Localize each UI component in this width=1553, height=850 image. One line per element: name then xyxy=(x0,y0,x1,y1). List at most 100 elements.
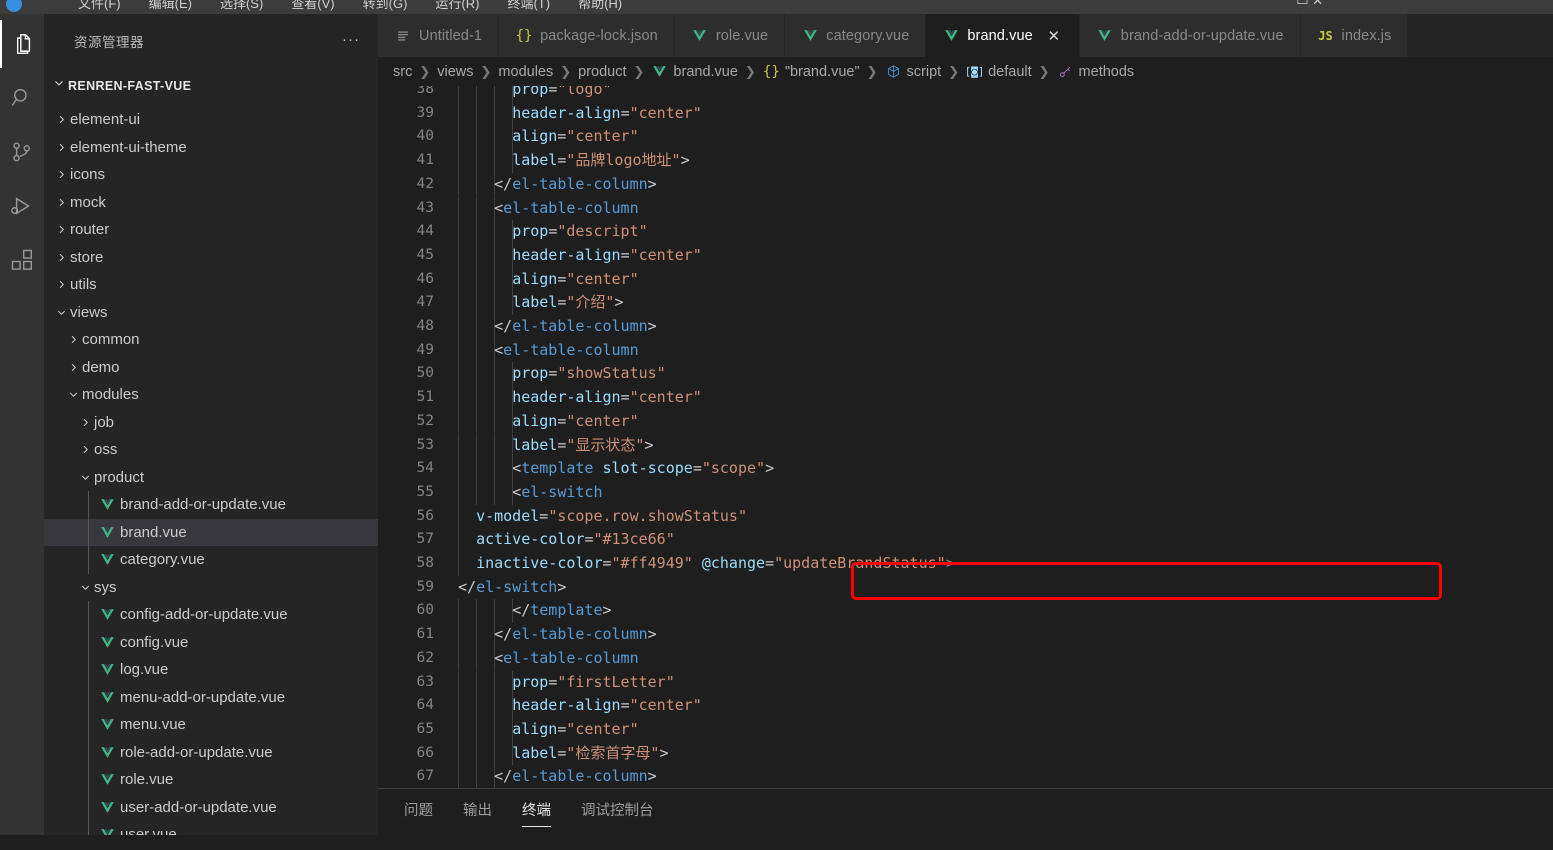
menu-item[interactable]: 帮助(H) xyxy=(578,0,622,11)
code-line[interactable]: 61 </el-table-column> xyxy=(378,623,1553,647)
workspace-root-row[interactable]: RENREN-FAST-VUE xyxy=(44,73,378,98)
chevron-right-icon[interactable] xyxy=(52,166,70,184)
code-line[interactable]: 54 <template slot-scope="scope"> xyxy=(378,457,1553,481)
tree-folder-row[interactable]: views xyxy=(44,299,378,327)
search-icon[interactable] xyxy=(0,74,44,122)
code-line[interactable]: 44 prop="descript" xyxy=(378,220,1553,244)
close-icon[interactable]: ✕ xyxy=(1045,27,1063,45)
tree-folder-row[interactable]: icons xyxy=(44,161,378,189)
code-line[interactable]: 55 <el-switch xyxy=(378,480,1553,505)
code-line[interactable]: 46 align="center" xyxy=(378,267,1553,292)
tree-folder-row[interactable]: oss xyxy=(44,436,378,464)
panel-tab[interactable]: 输出 xyxy=(463,799,492,827)
tree-file-row[interactable]: user.vue xyxy=(44,821,378,835)
breadcrumb-item[interactable]: methods xyxy=(1057,64,1134,80)
code-line[interactable]: 38 prop="logo" xyxy=(378,86,1553,102)
menu-item[interactable]: 编辑(E) xyxy=(149,0,192,11)
code-line[interactable]: 49 <el-table-column xyxy=(378,338,1553,363)
tree-file-row[interactable]: brand-add-or-update.vue xyxy=(44,491,378,519)
chevron-down-icon[interactable] xyxy=(64,386,82,404)
breadcrumb-item[interactable]: product xyxy=(578,64,626,80)
code-line[interactable]: 59 </el-switch> xyxy=(378,576,1553,600)
editor-tab-bar[interactable]: Untitled-1 {} package-lock.json role.vue cat… xyxy=(378,14,1553,57)
breadcrumb-item[interactable]: [◙] default xyxy=(965,64,1032,80)
code-line[interactable]: 40 align="center" xyxy=(378,125,1553,150)
panel-tab[interactable]: 问题 xyxy=(404,799,433,827)
chevron-right-icon[interactable] xyxy=(52,276,70,294)
code-line[interactable]: 42 </el-table-column> xyxy=(378,172,1553,197)
chevron-right-icon[interactable] xyxy=(64,358,82,376)
panel-tab[interactable]: 调试控制台 xyxy=(581,799,654,827)
tree-folder-row[interactable]: element-ui-theme xyxy=(44,134,378,162)
tree-file-row[interactable]: user-add-or-update.vue xyxy=(44,793,378,821)
tree-file-row[interactable]: role-add-or-update.vue xyxy=(44,738,378,766)
code-editor[interactable]: 38 prop="logo" 39 header-align="center" 40… xyxy=(378,86,1553,788)
breadcrumb-item[interactable]: {} "brand.vue" xyxy=(763,64,860,80)
code-line[interactable]: 39 header-align="center" xyxy=(378,101,1553,126)
extensions-icon[interactable] xyxy=(0,236,44,284)
chevron-right-icon[interactable] xyxy=(76,413,94,431)
tree-folder-row[interactable]: product xyxy=(44,464,378,492)
explorer-icon[interactable] xyxy=(0,20,46,68)
editor-tab[interactable]: role.vue xyxy=(674,14,786,57)
breadcrumb-item[interactable]: script xyxy=(885,64,941,80)
panel-tab-bar[interactable]: 问题 输出 终端 调试控制台 xyxy=(378,799,684,827)
code-line[interactable]: 53 label="显示状态"> xyxy=(378,433,1553,458)
code-line[interactable]: 63 prop="firstLetter" xyxy=(378,670,1553,695)
code-line[interactable]: 65 align="center" xyxy=(378,717,1553,742)
menu-item[interactable]: 运行(R) xyxy=(435,0,479,11)
code-line[interactable]: 64 header-align="center" xyxy=(378,694,1553,718)
code-line[interactable]: 41 label="品牌logo地址"> xyxy=(378,149,1553,173)
code-line[interactable]: 45 header-align="center" xyxy=(378,243,1553,268)
chevron-down-icon[interactable] xyxy=(76,468,94,486)
chevron-right-icon[interactable] xyxy=(64,331,82,349)
breadcrumb-item[interactable]: views xyxy=(437,64,473,80)
chevron-right-icon[interactable] xyxy=(52,138,70,156)
tree-folder-row[interactable]: utils xyxy=(44,271,378,299)
tree-file-row[interactable]: brand.vue xyxy=(44,518,378,546)
panel-tab[interactable]: 终端 xyxy=(522,799,551,827)
code-line[interactable]: 57 active-color="#13ce66" xyxy=(378,528,1553,552)
tree-folder-row[interactable]: demo xyxy=(44,354,378,382)
code-line[interactable]: 56 v-model="scope.row.showStatus" xyxy=(378,504,1553,529)
menu-item[interactable]: 终端(T) xyxy=(507,0,550,11)
editor-tab[interactable]: JS index.js xyxy=(1300,14,1409,57)
editor-tab[interactable]: {} package-lock.json xyxy=(499,14,675,57)
code-line[interactable]: 67 </el-table-column> xyxy=(378,765,1553,788)
tree-file-row[interactable]: role.vue xyxy=(44,766,378,794)
activity-bar[interactable] xyxy=(0,14,44,835)
tree-folder-row[interactable]: job xyxy=(44,409,378,437)
code-line[interactable]: 52 align="center" xyxy=(378,409,1553,434)
tree-folder-row[interactable]: mock xyxy=(44,189,378,217)
menu-bar[interactable]: 文件(F) 编辑(E) 选择(S) 查看(V) 转到(G) 运行(R) 终端(T) 帮助(H)… xyxy=(0,0,1553,14)
source-control-icon[interactable] xyxy=(0,128,44,176)
tree-file-row[interactable]: menu-add-or-update.vue xyxy=(44,683,378,711)
tree-file-row[interactable]: category.vue xyxy=(44,546,378,574)
tree-folder-row[interactable]: modules xyxy=(44,381,378,409)
tree-file-row[interactable]: config.vue xyxy=(44,628,378,656)
tree-folder-row[interactable]: router xyxy=(44,216,378,244)
menu-item[interactable]: 选择(S) xyxy=(220,0,263,11)
run-debug-icon[interactable] xyxy=(0,182,44,230)
editor-tab[interactable]: Untitled-1 xyxy=(378,14,500,57)
code-line[interactable]: 48 </el-table-column> xyxy=(378,315,1553,339)
menu-item[interactable]: 转到(G) xyxy=(363,0,408,11)
breadcrumb-item[interactable]: brand.vue xyxy=(651,64,738,80)
code-line[interactable]: 43 <el-table-column xyxy=(378,196,1553,221)
code-line[interactable]: 62 <el-table-column xyxy=(378,646,1553,671)
chevron-right-icon[interactable] xyxy=(76,441,94,459)
chevron-down-icon[interactable] xyxy=(76,578,94,596)
file-tree[interactable]: element-ui element-ui-theme icons mock route… xyxy=(44,106,378,835)
code-line[interactable]: 47 label="介绍"> xyxy=(378,291,1553,315)
breadcrumb-item[interactable]: src xyxy=(393,64,412,80)
breadcrumb-item[interactable]: modules xyxy=(498,64,553,80)
tree-folder-row[interactable]: store xyxy=(44,244,378,272)
tree-file-row[interactable]: menu.vue xyxy=(44,711,378,739)
tree-folder-row[interactable]: element-ui xyxy=(44,106,378,134)
tree-folder-row[interactable]: sys xyxy=(44,574,378,602)
editor-tab[interactable]: category.vue xyxy=(785,14,927,57)
menu-items[interactable]: 文件(F) 编辑(E) 选择(S) 查看(V) 转到(G) 运行(R) 终端(T) 帮助(H) xyxy=(78,0,650,12)
explorer-more-actions-icon[interactable]: ··· xyxy=(342,32,360,48)
editor-tab[interactable]: brand.vue ✕ xyxy=(926,14,1080,57)
code-line[interactable]: 50 prop="showStatus" xyxy=(378,362,1553,387)
